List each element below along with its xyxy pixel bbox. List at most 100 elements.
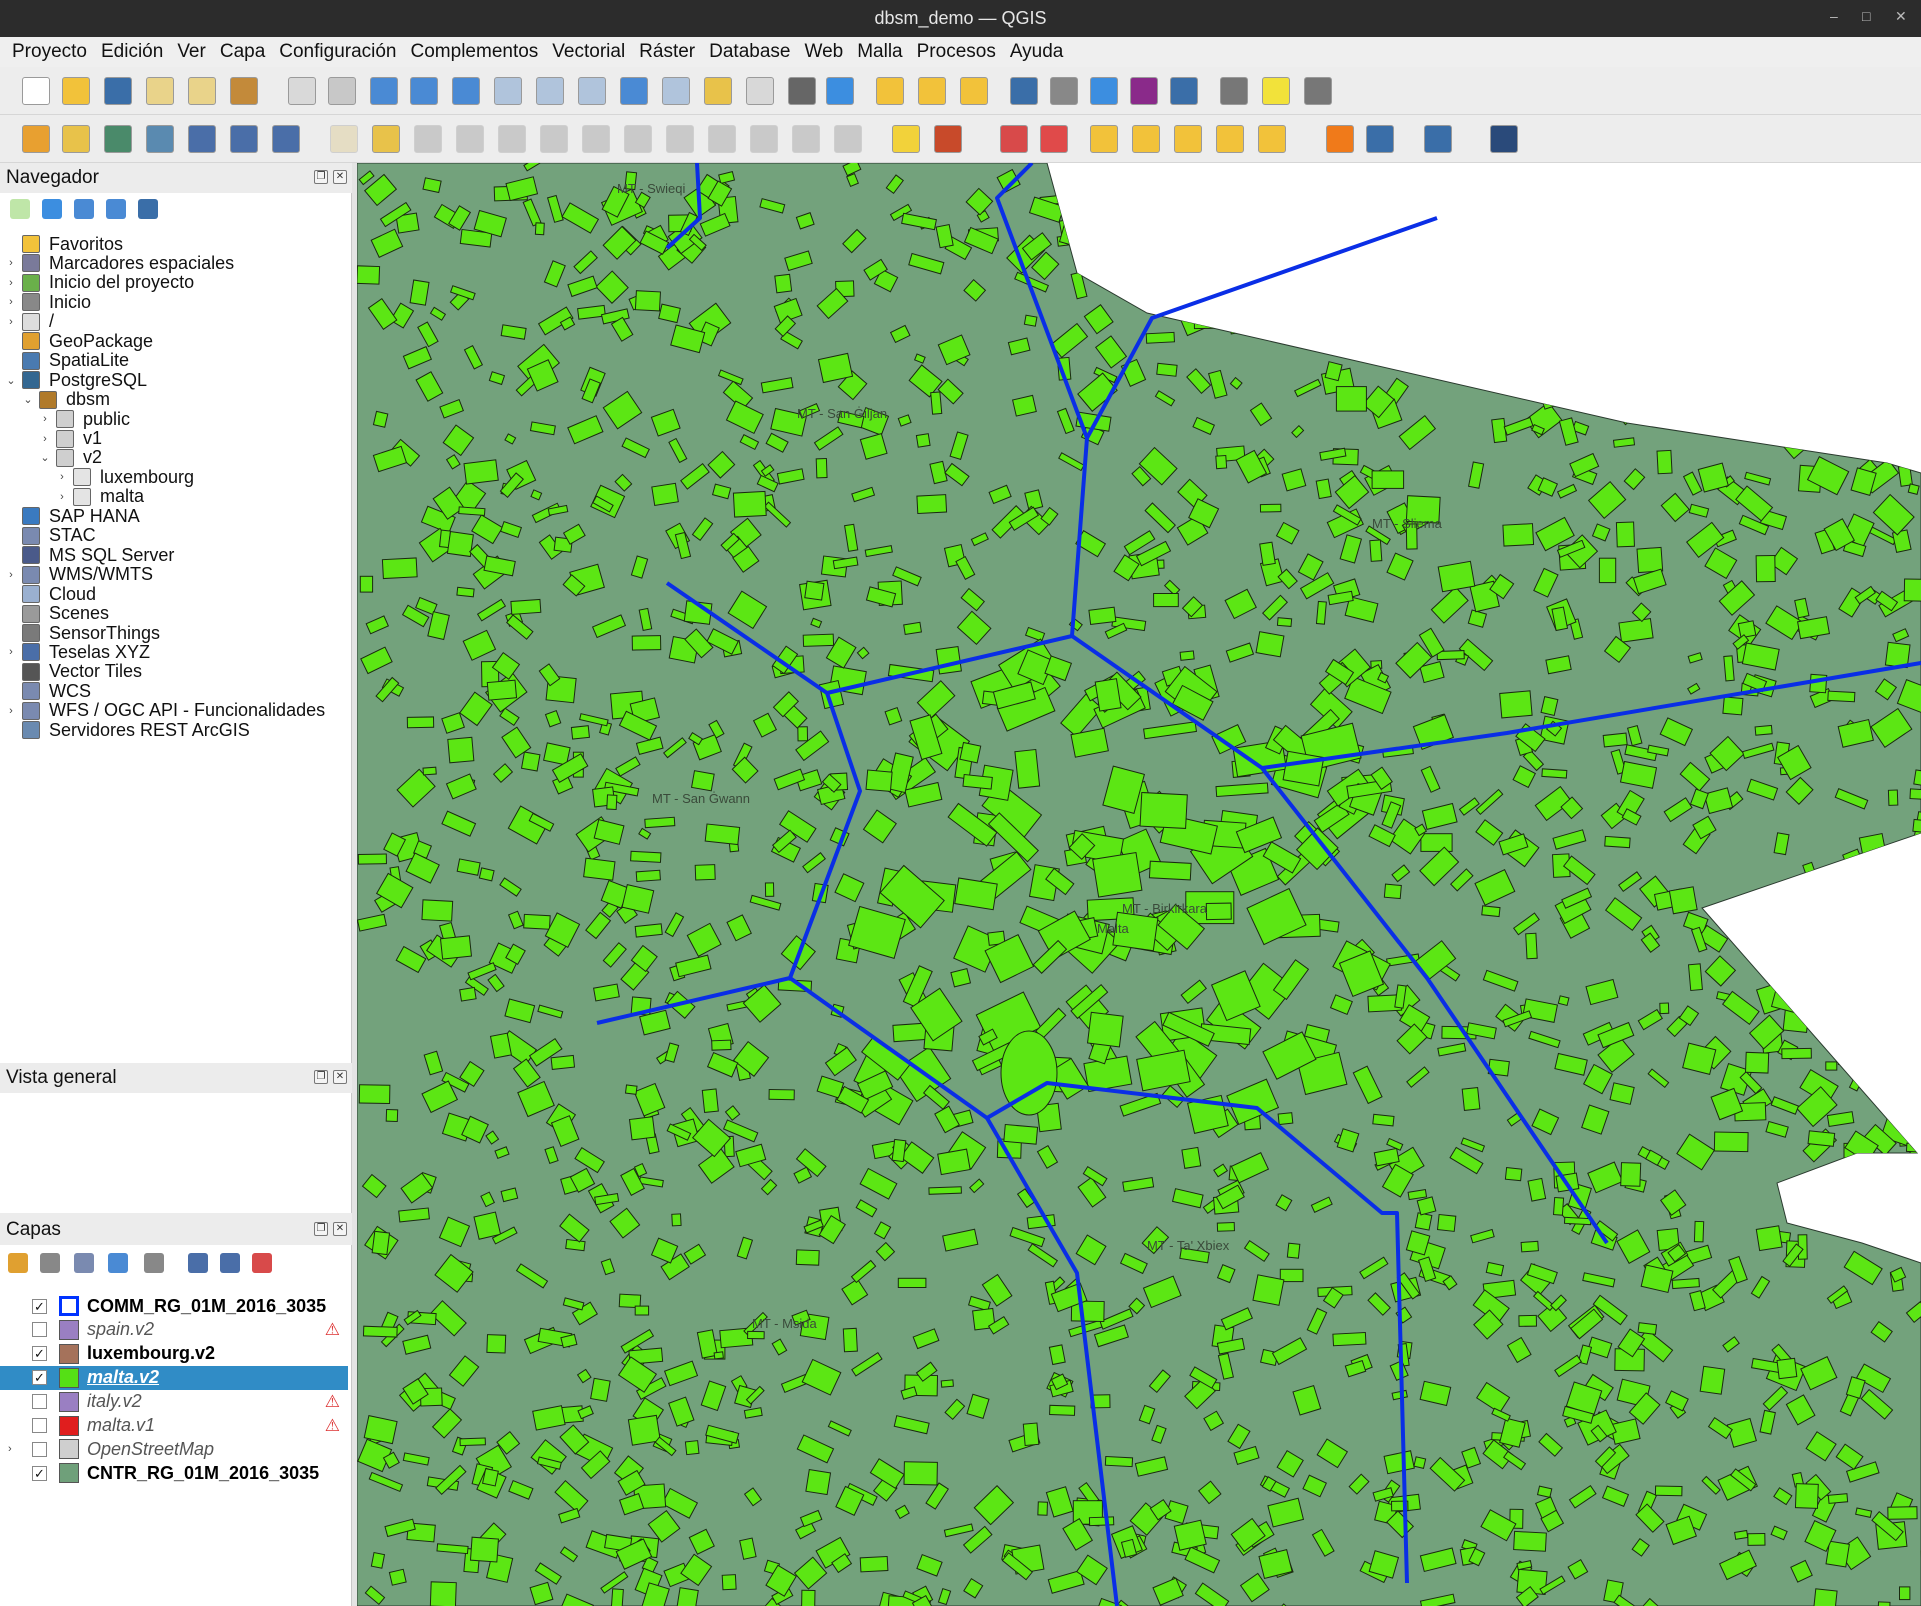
menu-item-2[interactable]: Ver — [177, 41, 206, 63]
digitize-icon[interactable] — [146, 125, 174, 153]
new-project-icon[interactable] — [22, 77, 50, 105]
label-edit-icon[interactable] — [1258, 125, 1286, 153]
collapse-all-layers-icon[interactable] — [220, 1253, 240, 1273]
cut-icon[interactable] — [666, 125, 694, 153]
remove-layer-icon[interactable] — [252, 1253, 272, 1273]
layer-visibility-checkbox[interactable] — [32, 1394, 47, 1410]
enable-properties-icon[interactable] — [138, 199, 158, 219]
db-manager-icon[interactable] — [62, 125, 90, 153]
help-icon[interactable] — [1490, 125, 1518, 153]
locator-icon[interactable] — [1304, 77, 1332, 105]
collapsed-arrow-icon[interactable]: › — [4, 257, 18, 269]
collapsed-arrow-icon[interactable]: › — [55, 491, 69, 503]
map-svg[interactable]: MT - Swieqi MT - San Ġiljan MT - Sliema MT … — [357, 163, 1921, 1606]
edit-pencil-icon[interactable] — [330, 125, 358, 153]
collapsed-arrow-icon[interactable]: › — [8, 1443, 12, 1455]
map-canvas[interactable]: MT - Swieqi MT - San Ġiljan MT - Sliema MT … — [357, 163, 1921, 1606]
float-panel-icon[interactable]: ❐ — [314, 170, 328, 184]
layer-row[interactable]: spain.v2 ⚠ — [0, 1318, 348, 1342]
tip-icon[interactable] — [1262, 77, 1290, 105]
menu-item-11[interactable]: Procesos — [917, 41, 996, 63]
temp-layer-icon[interactable] — [188, 125, 216, 153]
temporal-icon[interactable] — [788, 77, 816, 105]
close-panel-icon[interactable]: ✕ — [333, 1070, 347, 1084]
pan-to-selection-icon[interactable] — [328, 77, 356, 105]
zoom-in-icon[interactable] — [370, 77, 398, 105]
menu-item-6[interactable]: Vectorial — [552, 41, 625, 63]
vertex-tool-icon[interactable] — [498, 125, 526, 153]
layer-row[interactable]: italy.v2 ⚠ — [0, 1390, 348, 1414]
zoom-selection-icon[interactable] — [494, 77, 522, 105]
collapse-all-icon[interactable] — [106, 199, 126, 219]
menu-item-0[interactable]: Proyecto — [12, 41, 87, 63]
modify-attrs-icon[interactable] — [582, 125, 610, 153]
zoom-out-icon[interactable] — [410, 77, 438, 105]
label-rotate-icon[interactable] — [1174, 125, 1202, 153]
attribute-table-icon[interactable] — [1050, 77, 1078, 105]
node-tool-icon[interactable] — [540, 125, 568, 153]
copy-icon[interactable] — [708, 125, 736, 153]
collapsed-arrow-icon[interactable]: › — [4, 316, 18, 328]
layer-visibility-checkbox[interactable]: ✓ — [32, 1370, 47, 1386]
collapsed-arrow-icon[interactable]: › — [4, 705, 18, 717]
zoom-native-icon[interactable] — [578, 77, 606, 105]
manage-themes-icon[interactable] — [74, 1253, 94, 1273]
print-layout-icon[interactable] — [146, 77, 174, 105]
close-panel-icon[interactable]: ✕ — [333, 170, 347, 184]
filter-expression-icon[interactable] — [144, 1253, 164, 1273]
collapsed-arrow-icon[interactable]: › — [55, 471, 69, 483]
paste-icon[interactable] — [750, 125, 778, 153]
layer-visibility-checkbox[interactable] — [32, 1441, 47, 1457]
label-abc-icon[interactable] — [892, 125, 920, 153]
statistics-icon[interactable] — [1130, 77, 1158, 105]
show-bookmarks-icon[interactable] — [746, 77, 774, 105]
add-selected-layers-icon[interactable] — [10, 199, 30, 219]
plugin-orange-icon[interactable] — [1326, 125, 1354, 153]
warning-icon[interactable]: ⚠ — [325, 1392, 340, 1412]
measure-icon[interactable] — [1220, 77, 1248, 105]
refresh-icon[interactable] — [826, 77, 854, 105]
virtual-layer-icon[interactable] — [272, 125, 300, 153]
save-edits-icon[interactable] — [414, 125, 442, 153]
undo-icon[interactable] — [792, 125, 820, 153]
menu-item-12[interactable]: Ayuda — [1010, 41, 1064, 63]
browser-item[interactable]: Servidores REST ArcGIS — [4, 718, 250, 742]
layer-visibility-checkbox[interactable]: ✓ — [32, 1465, 47, 1481]
expanded-arrow-icon[interactable]: ⌄ — [21, 393, 35, 406]
menu-item-10[interactable]: Malla — [857, 41, 902, 63]
deselect-icon[interactable] — [960, 77, 988, 105]
expanded-arrow-icon[interactable]: ⌄ — [4, 374, 18, 387]
expand-all-icon[interactable] — [188, 1253, 208, 1273]
label-change-icon[interactable] — [1216, 125, 1244, 153]
pan-icon[interactable] — [288, 77, 316, 105]
warning-icon[interactable]: ⚠ — [325, 1416, 340, 1436]
new-shapefile-icon[interactable] — [104, 125, 132, 153]
layer-row[interactable]: ✓ COMM_RG_01M_2016_3035 — [0, 1294, 348, 1318]
style-panel-icon[interactable] — [8, 1253, 28, 1273]
redo-icon[interactable] — [834, 125, 862, 153]
add-group-icon[interactable] — [40, 1253, 60, 1273]
python-icon[interactable] — [1424, 125, 1452, 153]
diagram-icon[interactable] — [934, 125, 962, 153]
menu-item-9[interactable]: Web — [804, 41, 843, 63]
layer-visibility-checkbox[interactable]: ✓ — [32, 1346, 47, 1362]
menu-item-7[interactable]: Ráster — [639, 41, 695, 63]
collapsed-arrow-icon[interactable]: › — [38, 413, 52, 425]
label-show-icon[interactable] — [1132, 125, 1160, 153]
layout-manager-icon[interactable] — [188, 77, 216, 105]
label-pin-icon[interactable] — [1000, 125, 1028, 153]
collapsed-arrow-icon[interactable]: › — [4, 296, 18, 308]
zoom-next-icon[interactable] — [662, 77, 690, 105]
open-project-icon[interactable] — [62, 77, 90, 105]
save-project-icon[interactable] — [104, 77, 132, 105]
filter-browser-icon[interactable] — [74, 199, 94, 219]
menu-item-8[interactable]: Database — [709, 41, 790, 63]
label-move-icon[interactable] — [1090, 125, 1118, 153]
style-manager-icon[interactable] — [230, 77, 258, 105]
settings-icon[interactable] — [1090, 77, 1118, 105]
zoom-layer-icon[interactable] — [536, 77, 564, 105]
layer-row[interactable]: ✓ CNTR_RG_01M_2016_3035 — [0, 1461, 348, 1485]
collapsed-arrow-icon[interactable]: › — [4, 646, 18, 658]
close-window-button[interactable]: ✕ — [1895, 8, 1907, 25]
add-feature-icon[interactable] — [456, 125, 484, 153]
